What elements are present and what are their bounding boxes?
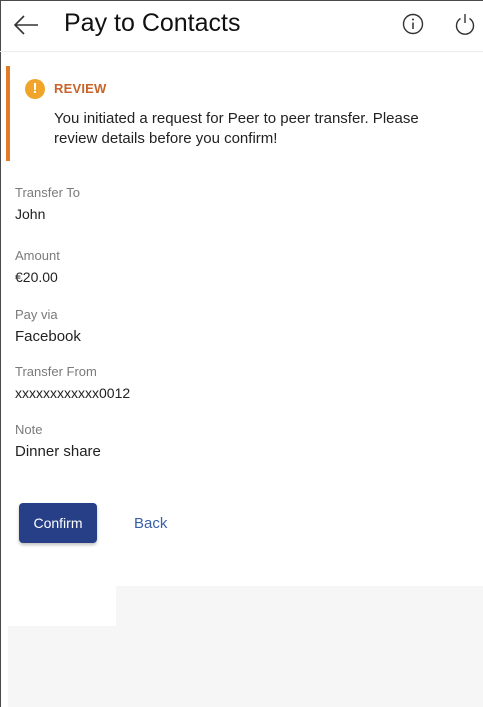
review-message: You initiated a request for Peer to peer… bbox=[54, 110, 419, 147]
back-link[interactable]: Back bbox=[134, 515, 167, 532]
pay-via-label: Pay via bbox=[15, 307, 58, 322]
transfer-from-value: xxxxxxxxxxxx0012 bbox=[15, 385, 131, 401]
transfer-from-label: Transfer From bbox=[15, 364, 97, 379]
detail-note: Note Dinner share bbox=[15, 422, 101, 460]
transfer-to-label: Transfer To bbox=[15, 185, 81, 200]
amount-label: Amount bbox=[15, 248, 60, 263]
warning-icon: ! bbox=[25, 79, 45, 99]
confirm-button[interactable]: Confirm bbox=[19, 503, 97, 543]
detail-transfer-from: Transfer From xxxxxxxxxxxx0012 bbox=[15, 364, 130, 401]
power-icon[interactable] bbox=[454, 12, 476, 36]
back-arrow-icon[interactable] bbox=[12, 12, 40, 38]
note-label: Note bbox=[15, 422, 43, 437]
info-icon[interactable] bbox=[402, 13, 424, 35]
footer-panel bbox=[116, 586, 483, 707]
amount-value: €20.00 bbox=[15, 269, 58, 285]
footer-panel-left bbox=[8, 626, 116, 707]
review-title: REVIEW bbox=[54, 81, 107, 96]
transfer-to-value: John bbox=[15, 206, 46, 222]
top-bar: Pay to Contacts bbox=[0, 0, 483, 52]
note-value: Dinner share bbox=[15, 443, 101, 460]
detail-transfer-to: Transfer To John bbox=[15, 185, 80, 222]
pay-via-value: Facebook bbox=[15, 328, 81, 345]
review-alert: ! REVIEW You initiated a request for Pee… bbox=[6, 66, 478, 161]
detail-amount: Amount €20.00 bbox=[15, 248, 60, 285]
page-title: Pay to Contacts bbox=[64, 9, 241, 37]
detail-pay-via: Pay via Facebook bbox=[15, 307, 81, 345]
